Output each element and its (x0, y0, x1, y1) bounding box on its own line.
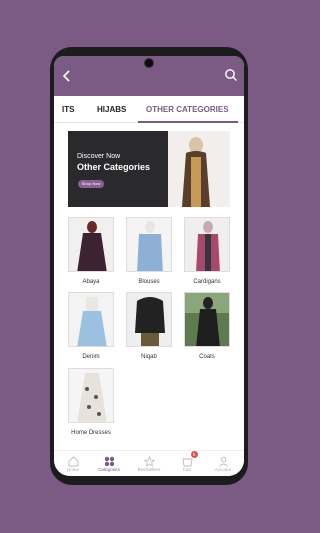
category-label: Abaya (82, 279, 100, 285)
nav-label: Account (214, 467, 232, 472)
nav-categories[interactable]: Categories (94, 454, 124, 472)
category-label: Denim (82, 354, 100, 360)
banner-subtitle: Discover Now (77, 153, 121, 160)
category-item-blouses[interactable]: Blouses (126, 217, 172, 285)
tab-hijabs[interactable]: HIJABS (97, 105, 126, 114)
category-item-home-dresses[interactable]: Home Dresses (68, 368, 114, 436)
banner-model-image (182, 137, 210, 207)
nav-label: Categories (98, 467, 120, 472)
category-image (184, 292, 230, 347)
tab-its[interactable]: ITS (62, 105, 74, 114)
category-image (68, 292, 114, 347)
nav-label: Home (66, 467, 79, 472)
category-label: Blouses (138, 279, 160, 285)
category-item-coats[interactable]: Coats (184, 292, 230, 360)
category-item-cardigans[interactable]: Cardigans (184, 217, 230, 285)
cart-icon: 0 (181, 451, 198, 467)
app-screen: ITS HIJABS OTHER CATEGORIES Discover Now… (54, 56, 244, 476)
category-image (68, 217, 114, 272)
category-item-niqab[interactable]: Niqab (126, 292, 172, 360)
category-image (184, 217, 230, 272)
category-item-denim[interactable]: Denim (68, 292, 114, 360)
cart-count-badge: 0 (190, 451, 198, 458)
category-label: Cardigans (193, 279, 221, 285)
camera-icon (144, 58, 154, 68)
nav-account[interactable]: Account (208, 454, 238, 472)
nav-cart[interactable]: 0 Cart (172, 451, 202, 472)
tab-other-categories[interactable]: OTHER CATEGORIES (146, 105, 229, 114)
back-arrow-icon[interactable] (60, 69, 74, 83)
nav-bestsellers[interactable]: BestSellers (134, 454, 164, 472)
category-item-abaya[interactable]: Abaya (68, 217, 114, 285)
nav-home[interactable]: Home (58, 454, 88, 472)
category-image (126, 217, 172, 272)
categories-grid-icon (104, 454, 115, 467)
category-tabs: ITS HIJABS OTHER CATEGORIES (54, 96, 244, 123)
category-image (126, 292, 172, 347)
account-icon (218, 454, 229, 467)
banner-title: Other Categories (77, 162, 151, 172)
nav-label: Cart (182, 467, 192, 472)
category-label: Home Dresses (71, 430, 111, 436)
shop-now-button[interactable]: Shop Now (78, 180, 104, 188)
star-icon (143, 454, 155, 467)
home-icon (68, 454, 79, 467)
bottom-navigation: Home Categories BestSellers 0 Cart Accou… (54, 450, 244, 476)
category-label: Coats (199, 354, 215, 360)
search-icon[interactable] (224, 68, 238, 82)
category-label: Niqab (141, 354, 157, 360)
nav-label: BestSellers (137, 467, 161, 472)
active-tab-indicator (138, 121, 238, 123)
category-image (68, 368, 114, 423)
promo-banner[interactable]: Discover Now Other Categories Shop Now (68, 131, 230, 207)
